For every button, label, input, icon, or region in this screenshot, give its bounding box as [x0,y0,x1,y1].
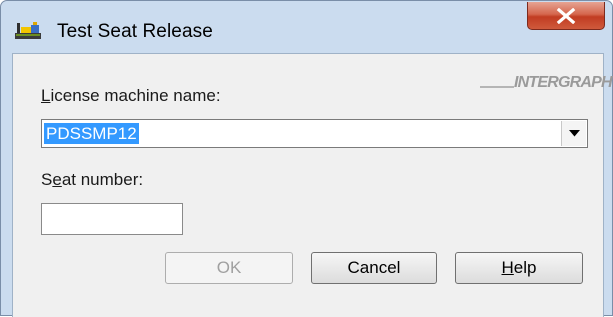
license-machine-name-combobox[interactable]: PDSSMP12 [41,119,588,148]
seat-number-input[interactable] [41,203,183,235]
dropdown-button[interactable] [561,121,586,146]
logo-swoosh [480,86,514,88]
seat-label-rest: at number: [61,170,144,189]
license-machine-name-label: License machine name: [41,86,221,106]
dialog-window: Test Seat Release INTERGRAPH License mac… [0,0,613,317]
seat-number-label: Seat number: [41,170,143,190]
help-label-rest: elp [513,258,537,277]
cancel-button[interactable]: Cancel [311,252,437,284]
intergraph-logo: INTERGRAPH [480,72,613,96]
help-button[interactable]: Help [455,252,583,284]
app-icon [15,22,41,39]
license-label-rest: icense machine name: [50,86,221,105]
seat-label-pre: S [41,170,53,189]
ok-button[interactable]: OK [165,252,293,284]
logo-text: INTERGRAPH [514,74,613,91]
chevron-down-icon [569,130,580,137]
title-bar[interactable]: Test Seat Release [1,1,612,42]
window-title: Test Seat Release [57,21,213,42]
license-machine-name-value: PDSSMP12 [44,123,139,144]
help-accel: H [501,258,514,277]
seat-label-accel: e [52,170,62,189]
close-button[interactable] [527,2,605,30]
close-icon [556,8,576,24]
dialog-body: INTERGRAPH License machine name: PDSSMP1… [12,53,613,317]
